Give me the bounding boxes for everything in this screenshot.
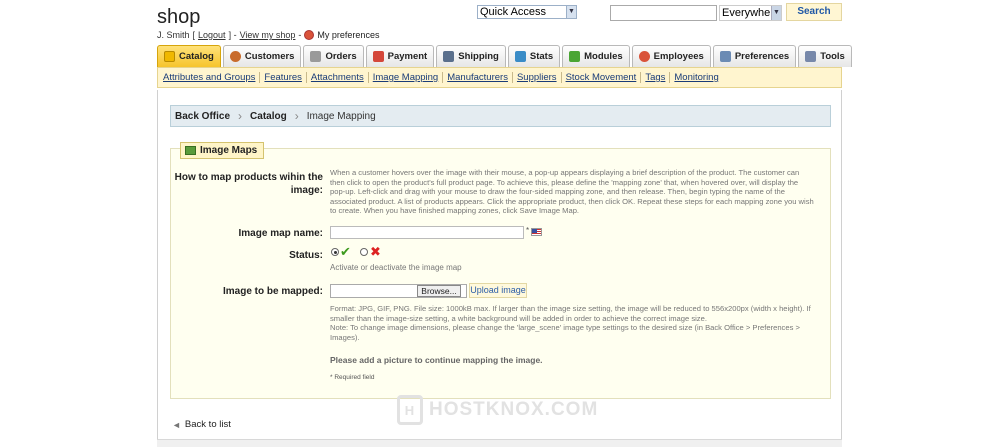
dimensions-note: Note: To change image dimensions, please… xyxy=(330,323,800,342)
back-to-list-label: Back to list xyxy=(184,419,231,430)
logout-link[interactable]: Logout xyxy=(198,30,226,40)
tab-customers[interactable]: Customers xyxy=(222,45,302,67)
subnav-stock-movement[interactable]: Stock Movement xyxy=(566,72,642,83)
user-info: J. Smith [Logout] - View my shop - My pr… xyxy=(157,30,380,40)
search-button[interactable]: Search xyxy=(786,3,842,21)
tab-modules[interactable]: Modules xyxy=(562,45,630,67)
image-label: Image to be mapped: xyxy=(222,286,323,297)
stats-icon xyxy=(514,51,526,62)
orders-icon xyxy=(310,51,322,62)
how-to-label: How to map products wihin the image: xyxy=(174,172,323,196)
upload-image-button[interactable]: Upload image xyxy=(469,283,527,298)
chevron-right-icon: › xyxy=(294,109,299,123)
breadcrumb-back-office[interactable]: Back Office xyxy=(175,111,230,122)
language-flag-icon[interactable] xyxy=(531,228,542,236)
tab-orders[interactable]: Orders xyxy=(303,45,364,67)
payment-icon xyxy=(372,51,384,62)
image-maps-fieldset: Image Maps How to map products wihin the… xyxy=(170,142,831,399)
preferences-user-icon xyxy=(304,30,315,40)
page-footer-bar xyxy=(157,439,842,447)
catalog-subnav: Attributes and Groups Features Attachmen… xyxy=(157,67,842,88)
search-scope-select[interactable]: Everywhere ▼ xyxy=(719,5,782,21)
required-field-note: * Required field xyxy=(330,374,375,381)
map-name-label: Image map name: xyxy=(238,228,323,239)
subnav-suppliers[interactable]: Suppliers xyxy=(517,72,562,83)
quick-access-label: Quick Access xyxy=(480,6,547,18)
view-shop-link[interactable]: View my shop xyxy=(240,30,296,40)
fieldset-legend: Image Maps xyxy=(180,142,265,159)
quick-access-select[interactable]: Quick Access ▼ xyxy=(477,5,577,19)
subnav-attachments[interactable]: Attachments xyxy=(311,72,369,83)
my-preferences-link[interactable]: My preferences xyxy=(304,30,379,40)
format-help: Format: JPG, GIF, PNG. File size: 1000kB… xyxy=(330,304,811,323)
subnav-tags[interactable]: Tags xyxy=(645,72,671,83)
subnav-monitoring[interactable]: Monitoring xyxy=(674,72,722,83)
breadcrumb-catalog[interactable]: Catalog xyxy=(250,111,287,122)
chevron-down-icon: ▼ xyxy=(566,6,576,18)
tab-tools[interactable]: Tools xyxy=(798,45,852,67)
subnav-manufacturers[interactable]: Manufacturers xyxy=(447,72,513,83)
tools-icon xyxy=(805,51,817,62)
customers-icon xyxy=(229,51,241,62)
tab-stats[interactable]: Stats xyxy=(507,45,561,67)
status-disabled-radio[interactable] xyxy=(360,248,368,256)
breadcrumb-current: Image Mapping xyxy=(306,110,376,122)
watermark: H HOSTKNOX.COM xyxy=(397,395,598,425)
shipping-icon xyxy=(443,51,455,62)
content-panel: Back Office › Catalog › Image Mapping Im… xyxy=(157,90,842,447)
subnav-image-mapping[interactable]: Image Mapping xyxy=(373,72,444,83)
main-tabs: Catalog Customers Orders Payment Shippin… xyxy=(157,45,854,67)
browse-button[interactable]: Browse... xyxy=(417,285,461,297)
user-name: J. Smith xyxy=(157,30,190,40)
tab-preferences[interactable]: Preferences xyxy=(712,45,797,67)
status-label: Status: xyxy=(289,250,323,261)
back-arrow-icon: ◄ xyxy=(172,419,181,430)
chevron-down-icon: ▼ xyxy=(771,6,781,20)
check-icon: ✔ xyxy=(340,244,351,259)
tab-payment[interactable]: Payment xyxy=(365,45,435,67)
subnav-features[interactable]: Features xyxy=(264,72,307,83)
catalog-icon xyxy=(164,51,175,62)
shop-title: shop xyxy=(157,6,201,28)
required-marker: * xyxy=(526,226,530,235)
chevron-right-icon: › xyxy=(238,109,243,123)
cross-icon: ✖ xyxy=(370,244,381,259)
status-enabled-radio[interactable] xyxy=(331,248,339,256)
preferences-icon xyxy=(719,51,731,62)
map-name-input[interactable] xyxy=(330,226,524,239)
search-input[interactable] xyxy=(610,5,717,21)
legend-label: Image Maps xyxy=(200,145,258,156)
subnav-attributes-and-groups[interactable]: Attributes and Groups xyxy=(163,72,261,83)
upload-notice: Please add a picture to continue mapping… xyxy=(330,355,543,365)
tab-shipping[interactable]: Shipping xyxy=(436,45,506,67)
tab-catalog[interactable]: Catalog xyxy=(157,45,221,67)
how-to-text: When a customer hovers over the image wi… xyxy=(330,168,814,216)
my-preferences-label: My preferences xyxy=(317,30,380,40)
status-help: Activate or deactivate the image map xyxy=(330,263,462,272)
image-map-icon xyxy=(185,146,196,155)
modules-icon xyxy=(569,51,581,62)
hostknox-logo-icon: H xyxy=(397,395,423,425)
employees-icon xyxy=(638,51,650,62)
back-to-list-link[interactable]: ◄ Back to list xyxy=(172,419,231,430)
watermark-text: HOSTKNOX.COM xyxy=(429,399,599,420)
tab-employees[interactable]: Employees xyxy=(631,45,711,67)
breadcrumb: Back Office › Catalog › Image Mapping xyxy=(170,105,831,127)
